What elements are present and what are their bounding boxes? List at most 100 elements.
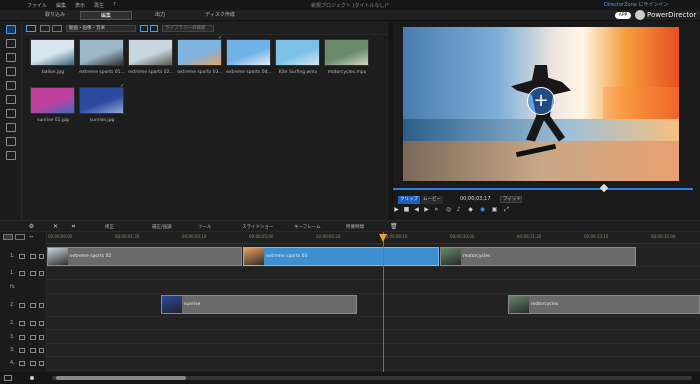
zoom-out-icon[interactable] [4,375,12,381]
track-row-video[interactable] [47,357,700,370]
chapter-room-icon[interactable] [6,137,16,146]
title-room-icon[interactable] [6,81,16,90]
timeline-clip[interactable]: motorcycles [440,247,636,266]
library-thumbnail[interactable] [275,39,320,66]
timeline-ruler[interactable]: 00;00;00;00 00;00;01;20 00;00;03;10 00;00;0… [47,232,700,244]
tab-capture[interactable]: 取り込み [30,11,80,20]
library-thumbnail[interactable] [177,39,222,66]
movie-mode-button[interactable]: ムービー [421,196,443,204]
duration-button[interactable]: 所要時間 [346,224,364,230]
lock-icon[interactable] [30,361,36,366]
playhead-line[interactable] [383,232,384,372]
voiceover-room-icon[interactable] [6,123,16,132]
track-row-fx[interactable] [47,280,700,294]
stop-icon[interactable]: ■ [403,206,410,213]
next-frame-icon[interactable]: ▶ [423,206,430,213]
library-thumbnail[interactable] [79,39,124,66]
timeline-clip[interactable]: motorcycles [508,295,700,314]
tab-produce[interactable]: 出力 [135,11,185,20]
track-manager-icon[interactable]: ⇔ [29,234,33,240]
lock-icon[interactable] [30,254,36,259]
particle-room-icon[interactable] [6,67,16,76]
lock-icon[interactable] [30,303,36,308]
pip-room-icon[interactable] [6,53,16,62]
menu-help[interactable]: ? [113,2,116,9]
delete-icon[interactable]: ✕ [52,223,59,230]
3d-mode-icon[interactable]: ◉ [479,206,486,213]
visibility-checkbox[interactable] [39,321,44,326]
storyboard-view-icon[interactable] [15,234,25,240]
import-media-icon[interactable] [26,25,36,32]
zoom-slider[interactable] [30,376,34,380]
timeline-clip[interactable]: extreme sports 03 [243,247,439,266]
timeline-clip[interactable]: sunrise [161,295,357,314]
snapshot-icon[interactable]: ◎ [445,206,452,213]
track-row-video[interactable] [47,330,700,344]
lock-icon[interactable] [30,321,36,326]
preview-timeline-slider[interactable] [393,188,693,190]
track-row-audio[interactable] [47,317,700,330]
library-search-input[interactable]: ライブラリーの検索 [162,25,214,32]
lock-icon[interactable] [30,348,36,353]
library-menu-icon[interactable] [52,25,62,32]
timeline-settings-icon[interactable]: ⚙ [28,223,35,230]
lock-icon[interactable] [30,335,36,340]
library-thumbnail[interactable] [324,39,369,66]
video-track-icon[interactable] [19,335,25,340]
previous-frame-icon[interactable]: ◀ [413,206,420,213]
library-thumbnail[interactable] [79,87,124,114]
media-room-icon[interactable] [6,25,16,34]
menu-file[interactable]: ファイル [27,2,47,9]
subtitle-room-icon[interactable] [6,151,16,160]
library-thumbnail[interactable] [30,39,75,66]
effect-room-icon[interactable] [6,39,16,48]
plugin-icon[interactable] [40,25,50,32]
move-handle-icon[interactable]: + [527,87,555,115]
audio-track-icon[interactable] [19,348,25,353]
track-row-audio[interactable] [47,267,700,280]
visibility-checkbox[interactable] [39,348,44,353]
menu-edit[interactable]: 編集 [56,2,66,9]
fullscreen-icon[interactable]: ⤢ [503,206,510,213]
play-icon[interactable]: ▶ [393,206,400,213]
menu-view[interactable]: 表示 [75,2,85,9]
volume-icon[interactable]: ♪ [455,206,462,213]
enhance-button[interactable]: 補正/強調 [152,224,172,230]
preview-quality-icon[interactable]: ◆ [467,206,474,213]
undock-icon[interactable]: ▣ [491,206,498,213]
audio-track-icon[interactable] [19,321,25,326]
tab-create-disc[interactable]: ディスク作成 [190,11,250,20]
app-badge[interactable]: APP [615,12,631,19]
directorzone-signin-link[interactable]: DirectorZone にサインイン [604,1,668,8]
view-mode-icon[interactable] [140,25,148,32]
video-track-icon[interactable] [19,361,25,366]
split-icon[interactable]: ⌗ [70,223,77,230]
preview-timecode[interactable]: 00;00;03;17 [460,196,498,202]
fast-forward-icon[interactable]: » [433,206,440,213]
media-filter-dropdown[interactable]: 動画・画像・音楽 [66,25,136,32]
tab-edit[interactable]: 編集 [80,11,132,20]
timeline-view-icon[interactable] [3,234,13,240]
visibility-checkbox[interactable] [39,254,44,259]
video-track-icon[interactable] [19,254,25,259]
library-thumbnail[interactable] [226,39,271,66]
fix-button[interactable]: 修正 [105,224,114,230]
menu-playback[interactable]: 再生 [94,2,104,9]
keyframe-button[interactable]: キーフレーム [294,224,321,230]
slideshow-button[interactable]: スライドショー [242,224,274,230]
sort-icon[interactable] [150,25,158,32]
track-row-audio[interactable] [47,344,700,357]
audio-mixing-room-icon[interactable] [6,109,16,118]
lock-icon[interactable] [30,271,36,276]
audio-track-icon[interactable] [19,271,25,276]
timeline-scrollbar-thumb[interactable] [56,376,186,380]
trash-icon[interactable]: 🗑 [390,223,398,230]
transition-room-icon[interactable] [6,95,16,104]
clip-mode-button[interactable]: クリップ [398,196,420,204]
tools-button[interactable]: ツール [198,224,212,230]
video-track-icon[interactable] [19,303,25,308]
timeline-clip[interactable]: extreme sports 02 [47,247,242,266]
zoom-dropdown[interactable]: フィット [500,196,522,203]
visibility-checkbox[interactable] [39,335,44,340]
visibility-checkbox[interactable] [39,271,44,276]
